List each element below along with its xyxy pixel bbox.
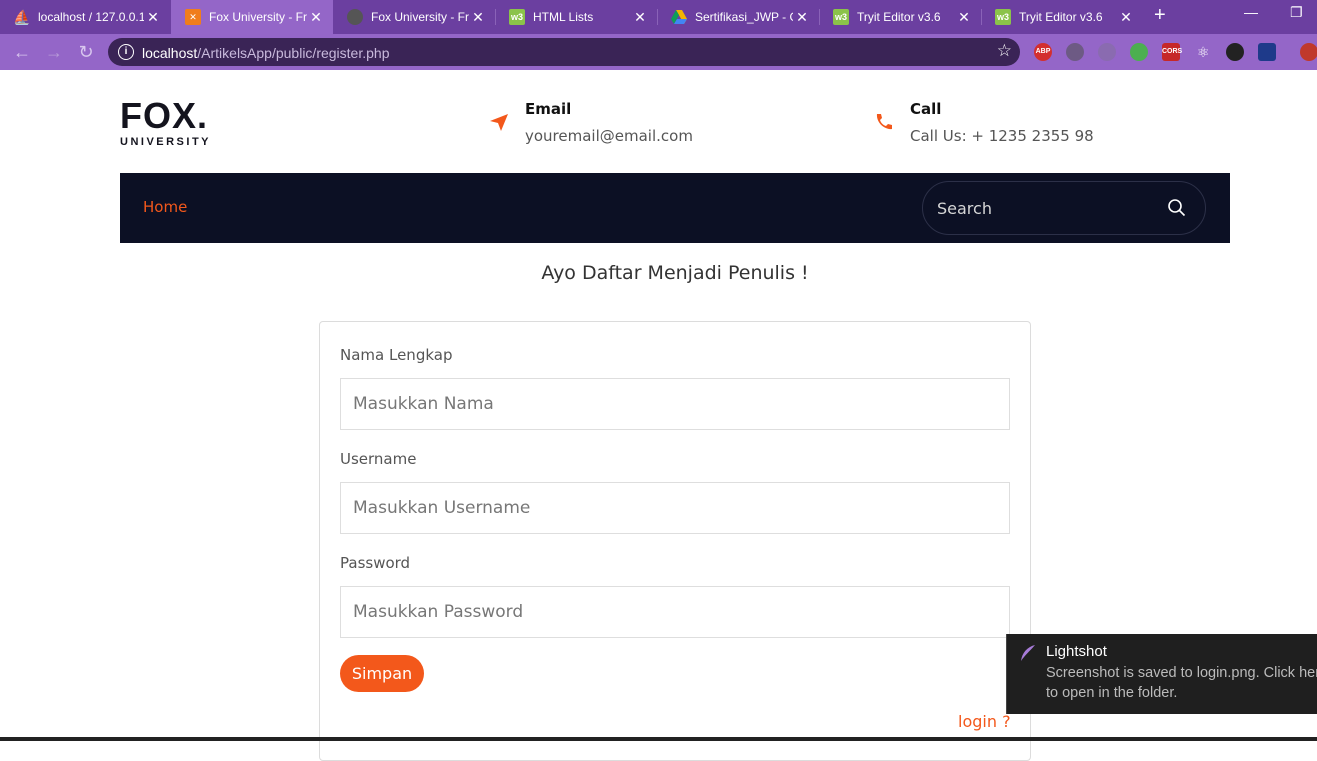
tab-fox-university-active[interactable]: ✕ Fox University - Free ✕	[171, 0, 333, 34]
w3schools-icon: w3	[995, 9, 1011, 25]
extension-icon[interactable]	[1066, 43, 1084, 61]
search-box	[922, 181, 1206, 235]
close-icon[interactable]: ✕	[955, 9, 973, 26]
logo-sub-text: UNIVERSITY	[120, 136, 212, 148]
browser-tab-bar: ⛵ localhost / 127.0.0.1 ✕ ✕ Fox Universi…	[0, 0, 1317, 34]
tab-google-drive[interactable]: Sertifikasi_JWP - Google Drive ✕	[657, 0, 819, 34]
forward-icon[interactable]: →	[42, 40, 66, 64]
tab-title: Sertifikasi_JWP - Google Drive	[695, 10, 793, 24]
site-logo[interactable]: FOX. UNIVERSITY	[120, 95, 212, 149]
tab-title: localhost / 127.0.0.1	[38, 10, 144, 24]
close-icon[interactable]: ✕	[631, 9, 649, 26]
logo-main-text: FOX.	[120, 95, 209, 136]
w3schools-icon: w3	[833, 9, 849, 25]
password-label: Password	[340, 554, 411, 572]
w3schools-icon: w3	[509, 9, 525, 25]
paper-plane-icon	[489, 112, 509, 137]
reload-icon[interactable]: ↻	[74, 40, 98, 64]
profile-avatar[interactable]	[1300, 43, 1317, 61]
bookmark-star-icon[interactable]: ☆	[997, 41, 1012, 61]
google-drive-icon	[671, 9, 687, 25]
username-input[interactable]	[340, 482, 1010, 534]
call-label: Call	[910, 100, 942, 118]
globe-icon	[347, 9, 363, 25]
submit-button[interactable]: Simpan	[340, 655, 424, 692]
call-value: Call Us: + 1235 2355 98	[910, 127, 1094, 145]
register-form-card: Nama Lengkap Username Password Simpan lo…	[319, 321, 1031, 761]
url-path: /ArtikelsApp/public/register.php	[197, 45, 390, 61]
close-icon[interactable]: ✕	[307, 9, 325, 26]
login-link[interactable]: login ?	[958, 712, 1011, 731]
notification-message: Screenshot is saved to login.png. Click …	[1046, 663, 1317, 703]
adblock-plus-icon[interactable]: ABP	[1034, 43, 1052, 61]
close-icon[interactable]: ✕	[1117, 9, 1135, 26]
web-page: FOX. UNIVERSITY Email youremail@email.co…	[0, 70, 1317, 761]
tab-localhost[interactable]: ⛵ localhost / 127.0.0.1 ✕	[0, 0, 170, 34]
main-navbar: Home	[120, 173, 1230, 243]
react-icon[interactable]: ⚛	[1194, 43, 1212, 61]
tab-tryit-editor-1[interactable]: w3 Tryit Editor v3.6 ✕	[819, 0, 981, 34]
search-input[interactable]	[937, 196, 1157, 220]
back-icon[interactable]: ←	[10, 40, 34, 64]
minimize-icon[interactable]: —	[1244, 4, 1258, 20]
tab-html-lists[interactable]: w3 HTML Lists ✕	[495, 0, 657, 34]
tab-fox-university[interactable]: Fox University - Free ✕	[333, 0, 495, 34]
tab-title: Fox University - Free	[371, 10, 469, 24]
extension-icon[interactable]	[1258, 43, 1276, 61]
phpmyadmin-icon: ⛵	[13, 8, 31, 25]
close-icon[interactable]: ✕	[793, 9, 811, 26]
extension-icon[interactable]	[1226, 43, 1244, 61]
cors-icon[interactable]: CORS	[1162, 43, 1182, 61]
address-bar[interactable]: i localhost/ArtikelsApp/public/register.…	[108, 38, 1020, 66]
extension-icon[interactable]	[1098, 43, 1116, 61]
notification-title: Lightshot	[1046, 643, 1107, 660]
tab-tryit-editor-2[interactable]: w3 Tryit Editor v3.6 ✕	[981, 0, 1143, 34]
extension-icon[interactable]	[1130, 43, 1148, 61]
new-tab-button[interactable]: +	[1154, 4, 1166, 27]
tab-title: Tryit Editor v3.6	[857, 10, 941, 24]
taskbar-edge	[0, 737, 1317, 741]
email-value: youremail@email.com	[525, 127, 693, 145]
username-label: Username	[340, 450, 417, 468]
url-text: localhost/ArtikelsApp/public/register.ph…	[142, 45, 389, 61]
close-icon[interactable]: ✕	[144, 9, 162, 26]
page-heading: Ayo Daftar Menjadi Penulis !	[541, 262, 809, 284]
phone-icon	[874, 112, 894, 137]
notification-line-1: Screenshot is saved to login.png. Click …	[1046, 665, 1317, 681]
info-icon[interactable]: i	[118, 44, 134, 60]
browser-toolbar: ← → ↻ i localhost/ArtikelsApp/public/reg…	[0, 34, 1317, 70]
xampp-icon: ✕	[185, 9, 201, 25]
restore-icon[interactable]: ❐	[1290, 4, 1303, 21]
notification-line-2: to open in the folder.	[1046, 685, 1178, 701]
lightshot-notification[interactable]: Lightshot Screenshot is saved to login.p…	[1006, 634, 1317, 714]
name-label: Nama Lengkap	[340, 346, 453, 364]
close-icon[interactable]: ✕	[469, 9, 487, 26]
tab-title: Fox University - Free	[209, 10, 307, 24]
name-input[interactable]	[340, 378, 1010, 430]
tab-title: Tryit Editor v3.6	[1019, 10, 1103, 24]
search-icon[interactable]	[1167, 198, 1187, 218]
nav-home-link[interactable]: Home	[143, 198, 187, 216]
feather-icon	[1021, 645, 1035, 661]
url-host: localhost	[142, 45, 198, 61]
password-input[interactable]	[340, 586, 1010, 638]
email-label: Email	[525, 100, 572, 118]
tab-title: HTML Lists	[533, 10, 594, 24]
